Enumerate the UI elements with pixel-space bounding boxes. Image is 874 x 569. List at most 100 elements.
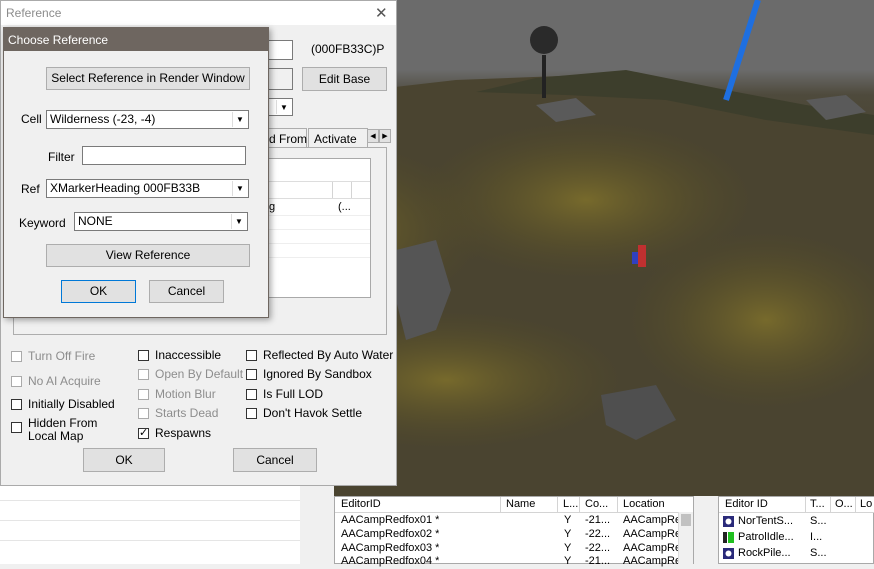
row-co: -22... (585, 542, 611, 554)
turn-off-fire-label: Turn Off Fire (28, 349, 96, 363)
respawns-label: Respawns (155, 426, 212, 440)
splitter[interactable] (300, 486, 334, 564)
motion-blur-checkbox[interactable] (138, 389, 149, 400)
cell-select[interactable]: Wilderness (-23, -4) ▼ (46, 110, 249, 129)
filter-input[interactable] (82, 146, 246, 165)
turn-off-fire-checkbox[interactable] (11, 351, 22, 362)
no-ai-acquire-checkbox[interactable] (11, 376, 22, 387)
linked-list-cell: (... (338, 201, 351, 213)
keyword-label: Keyword (19, 216, 66, 230)
col-lo[interactable]: Lo (860, 498, 872, 510)
close-icon[interactable]: ✕ (375, 4, 388, 22)
motion-blur-label: Motion Blur (155, 387, 216, 401)
cell-label: Cell (21, 112, 42, 126)
open-by-default-label: Open By Default (155, 367, 244, 381)
splitter[interactable] (694, 496, 718, 564)
reference-marker (638, 245, 646, 267)
row-l: Y (564, 542, 572, 554)
hidden-combo[interactable]: ▼ (267, 98, 293, 116)
is-full-lod-label: Is Full LOD (263, 387, 324, 401)
starts-dead-checkbox[interactable] (138, 408, 149, 419)
ignored-by-sandbox-checkbox[interactable] (246, 369, 257, 380)
table-row[interactable]: AACampRedfox01 * Y -21... AACampRe (335, 514, 682, 528)
tab-activate[interactable]: Activate (308, 128, 368, 148)
keyword-select[interactable]: NONE ▼ (74, 212, 248, 231)
list-item[interactable]: RockPile... S... (719, 547, 874, 561)
chevron-down-icon: ▼ (232, 181, 247, 196)
tab-scroll-right-icon[interactable]: ▶ (379, 129, 391, 143)
ref-select[interactable]: XMarkerHeading 000FB33B ▼ (46, 179, 249, 198)
col-co[interactable]: Co... (585, 498, 608, 510)
col-location[interactable]: Location (623, 498, 665, 510)
row-editor-id: NorTentS... (738, 515, 794, 527)
row-location: AACampRe (623, 528, 682, 540)
respawns-checkbox[interactable]: ✓ (138, 427, 149, 439)
reflected-by-auto-water-label: Reflected By Auto Water (263, 348, 394, 362)
col-name[interactable]: Name (506, 498, 535, 510)
reference-field-hidden[interactable] (267, 40, 293, 60)
row-t: S... (810, 547, 827, 559)
keyword-select-value: NONE (78, 214, 113, 228)
row-t: S... (810, 515, 827, 527)
cell-list[interactable]: Editor ID T... O... Lo NorTentS... S... … (718, 496, 874, 564)
tab-label: d From (269, 132, 308, 146)
vertical-scrollbar[interactable] (678, 512, 693, 564)
col-t[interactable]: T... (810, 498, 825, 510)
reference-ok-button[interactable]: OK (83, 448, 165, 472)
row-editorid: AACampRedfox02 * (341, 528, 440, 540)
open-by-default-checkbox[interactable] (138, 369, 149, 380)
inaccessible-label: Inaccessible (155, 348, 222, 362)
marker-icon (723, 532, 734, 543)
choose-cancel-button[interactable]: Cancel (149, 280, 224, 303)
row-l: Y (564, 528, 572, 540)
col-l[interactable]: L... (563, 498, 578, 510)
hidden-from-local-map-checkbox[interactable] (11, 422, 22, 433)
row-location: AACampRe (623, 514, 682, 526)
row-location: AACampRe (623, 542, 682, 554)
dont-havok-settle-checkbox[interactable] (246, 408, 257, 419)
col-editor-id[interactable]: Editor ID (725, 498, 768, 510)
choose-reference-titlebar: Choose Reference (4, 28, 268, 51)
inaccessible-checkbox[interactable] (138, 350, 149, 361)
row-l: Y (564, 514, 572, 526)
static-icon (723, 548, 734, 559)
table-row[interactable]: AACampRedfox04 * Y -21... AACampRe (335, 555, 682, 569)
marker-beam (723, 0, 761, 101)
form-id-label: (000FB33C)P (311, 42, 385, 56)
object-list-header: EditorID Name L... Co... Location (335, 497, 693, 513)
reference-cancel-button[interactable]: Cancel (233, 448, 317, 472)
view-reference-button[interactable]: View Reference (46, 244, 250, 267)
edit-base-button[interactable]: Edit Base (302, 67, 387, 91)
row-co: -21... (585, 555, 611, 567)
is-full-lod-checkbox[interactable] (246, 389, 257, 400)
dont-havok-settle-label: Don't Havok Settle (263, 406, 363, 420)
row-location: AACampRe (623, 555, 682, 567)
row-co: -21... (585, 514, 611, 526)
row-l: Y (564, 555, 572, 567)
initially-disabled-label: Initially Disabled (28, 397, 115, 411)
table-row[interactable]: AACampRedfox03 * Y -22... AACampRe (335, 542, 682, 556)
initially-disabled-checkbox[interactable] (11, 399, 22, 410)
reflected-by-auto-water-checkbox[interactable] (246, 350, 257, 361)
list-item[interactable]: PatrolIdle... I... (719, 531, 874, 545)
row-editorid: AACampRedfox04 * (341, 555, 440, 567)
left-panel (0, 486, 300, 564)
object-list[interactable]: EditorID Name L... Co... Location AACamp… (334, 496, 694, 567)
ref-label: Ref (21, 182, 40, 196)
table-row[interactable]: AACampRedfox02 * Y -22... AACampRe (335, 528, 682, 542)
choose-ok-button[interactable]: OK (61, 280, 136, 303)
tab-label: Activate (314, 132, 357, 146)
col-o[interactable]: O... (835, 498, 853, 510)
reference-titlebar: Reference ✕ (1, 1, 396, 25)
col-editorid[interactable]: EditorID (341, 498, 381, 510)
no-ai-acquire-label: No AI Acquire (28, 374, 101, 388)
row-editorid: AACampRedfox03 * (341, 542, 440, 554)
list-item[interactable]: NorTentS... S... (719, 515, 874, 529)
tab-linked-from[interactable]: d From (267, 128, 307, 148)
select-in-render-window-button[interactable]: Select Reference in Render Window (46, 67, 250, 90)
ref-select-value: XMarkerHeading 000FB33B (50, 181, 201, 195)
choose-reference-dialog: Choose Reference Select Reference in Ren… (3, 27, 269, 318)
tab-scroll-left-icon[interactable]: ◀ (367, 129, 379, 143)
linked-list[interactable]: g (... (268, 158, 371, 298)
choose-reference-title: Choose Reference (8, 33, 109, 47)
